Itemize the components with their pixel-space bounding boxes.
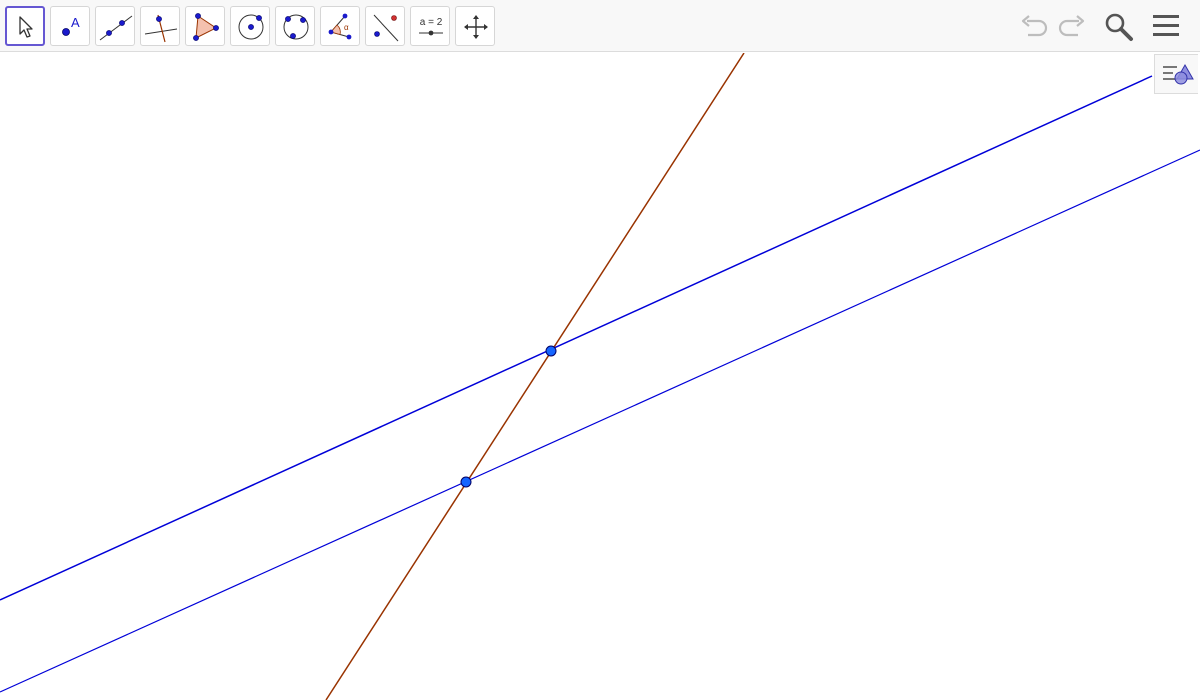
slider-tool-button[interactable]: a = 2 [410, 6, 450, 46]
upper-blue-line[interactable] [0, 75, 1153, 601]
construction-canvas[interactable] [0, 53, 1200, 700]
reflect-tool-button[interactable] [365, 6, 405, 46]
angle-tool-label: α [344, 23, 349, 32]
polygon-tool-button[interactable] [185, 6, 225, 46]
line-through-two-points-icon [99, 15, 133, 41]
algebra-view-toggle-icon [1163, 63, 1194, 85]
redo-icon [1058, 15, 1085, 37]
menu-button[interactable] [1148, 8, 1184, 44]
search-button[interactable] [1100, 8, 1136, 44]
transversal-line[interactable] [325, 53, 745, 700]
reflect-about-line-icon [373, 14, 399, 42]
circle-tool-button[interactable] [230, 6, 270, 46]
circle-center-point-icon [238, 14, 264, 40]
lower-blue-line[interactable] [0, 149, 1200, 693]
angle-tool-button[interactable]: α [320, 6, 360, 46]
perpendicular-line-tool-button[interactable] [140, 6, 180, 46]
move-tool-button[interactable] [5, 6, 45, 46]
point-tool-button[interactable]: A [50, 6, 90, 46]
algebra-view-toggle-button[interactable] [1154, 54, 1198, 94]
redo-button[interactable] [1054, 8, 1090, 44]
point-tool-label: A [71, 15, 80, 30]
move-graphics-view-tool-button[interactable] [455, 6, 495, 46]
angle-icon: α [328, 13, 352, 40]
line-tool-button[interactable] [95, 6, 135, 46]
graphics-view[interactable] [0, 53, 1200, 700]
polygon-icon [193, 13, 219, 41]
undo-icon [1021, 15, 1048, 37]
toolbar: A α a = 2 [0, 0, 1200, 52]
pointer-arrow-icon [19, 16, 33, 38]
search-icon [1105, 13, 1133, 41]
circle-through-three-points-icon [283, 14, 309, 40]
slider-tool-label: a = 2 [420, 17, 443, 28]
circle-three-points-tool-button[interactable] [275, 6, 315, 46]
slider-icon: a = 2 [419, 17, 443, 36]
lower-intersection-point[interactable] [460, 476, 472, 488]
perpendicular-line-icon [144, 14, 178, 43]
point-with-label-icon: A [62, 15, 80, 36]
upper-intersection-point[interactable] [545, 345, 557, 357]
move-arrows-icon [464, 15, 488, 39]
hamburger-menu-icon [1153, 15, 1179, 36]
undo-button[interactable] [1016, 8, 1052, 44]
